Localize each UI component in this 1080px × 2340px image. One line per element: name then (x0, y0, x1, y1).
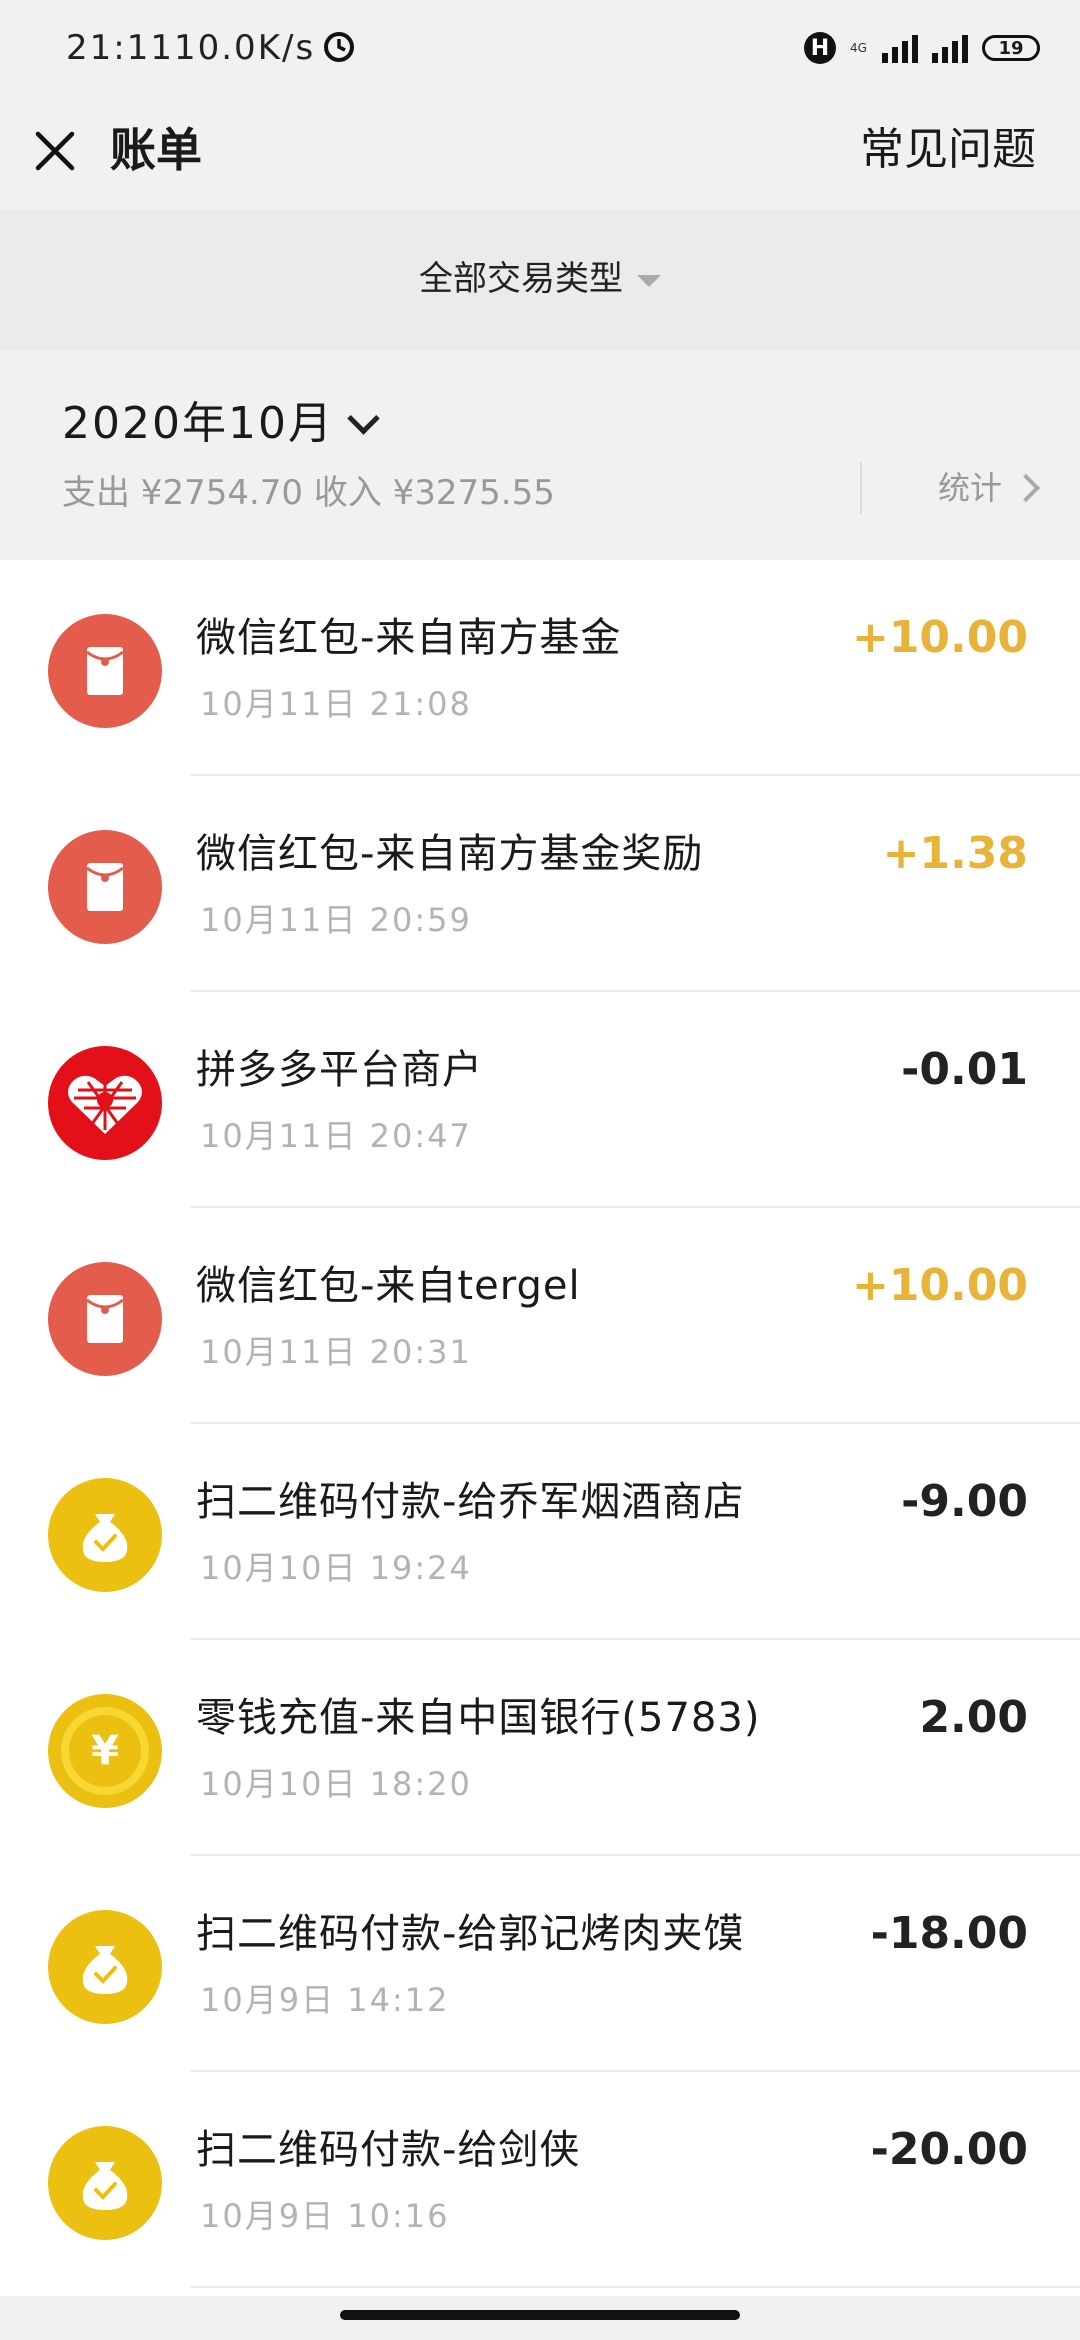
signal-icon (882, 33, 918, 63)
dropdown-triangle-icon (637, 274, 661, 287)
transaction-time: 10月10日 18:20 (200, 1765, 472, 1803)
red-packet-icon (48, 1262, 162, 1376)
alarm-clock-icon (324, 32, 354, 62)
transaction-amount: -18.00 (870, 1908, 1028, 1959)
battery-level: 19 (998, 37, 1024, 59)
transaction-row[interactable]: 扫二维码付款-给乔军烟酒商店 10月10日 19:24 -9.00 (0, 1424, 1080, 1640)
month-totals: 支出 ¥2754.70 收入 ¥3275.55 (62, 473, 555, 513)
transaction-amount: +1.38 (882, 828, 1028, 879)
month-selector[interactable]: 2020年10月 (62, 394, 380, 454)
money-bag-icon (48, 1910, 162, 2024)
top-bar: 账单 常见问题 (0, 96, 1080, 210)
red-packet-icon (48, 830, 162, 944)
status-icons: H 4G 19 (804, 26, 1040, 70)
transaction-row[interactable]: 扫二维码付款-给郭记烤肉夹馍 10月9日 14:12 -18.00 (0, 1856, 1080, 2072)
transaction-name: 微信红包-来自tergel (196, 1263, 581, 1309)
transaction-time: 10月9日 14:12 (200, 1981, 450, 2019)
chevron-right-icon (1011, 473, 1041, 503)
transaction-time: 10月11日 20:31 (200, 1333, 472, 1371)
transaction-amount: +10.00 (851, 1260, 1028, 1311)
transaction-row[interactable]: ¥ 零钱充值-来自中国银行(5783) 10月10日 18:20 2.00 (0, 1640, 1080, 1856)
status-bar: 21:1110.0K/s H 4G 19 (0, 0, 1080, 96)
transaction-row[interactable]: 微信红包-来自南方基金 10月11日 21:08 +10.00 (0, 560, 1080, 776)
transaction-row[interactable]: 扫二维码付款-给剑侠 10月9日 10:16 -20.00 (0, 2072, 1080, 2288)
filter-label: 全部交易类型 (419, 259, 623, 299)
transaction-amount: 2.00 (919, 1692, 1028, 1743)
status-time: 21:1110.0K/s (66, 28, 316, 68)
red-packet-icon (48, 614, 162, 728)
page-title: 账单 (110, 123, 202, 177)
transaction-time: 10月11日 21:08 (200, 685, 472, 723)
signal-icon-2 (932, 33, 968, 63)
transaction-row[interactable]: 拼多多平台商户 10月11日 20:47 -0.01 (0, 992, 1080, 1208)
hd-icon: H (804, 32, 836, 64)
close-icon[interactable] (30, 126, 80, 176)
home-indicator[interactable] (340, 2310, 740, 2320)
month-label: 2020年10月 (62, 398, 334, 449)
money-bag-icon (48, 1478, 162, 1592)
yuan-coin-icon: ¥ (48, 1694, 162, 1808)
chevron-down-icon (347, 402, 380, 435)
transaction-amount: -9.00 (901, 1476, 1028, 1527)
stats-button[interactable]: 统计 (937, 462, 1041, 514)
net-speed: 10.0K/s (173, 28, 316, 68)
transaction-name: 扫二维码付款-给剑侠 (196, 2127, 581, 2173)
row-divider (190, 2286, 1080, 2288)
faq-link[interactable]: 常见问题 (860, 118, 1036, 182)
transaction-time: 10月10日 19:24 (200, 1549, 472, 1587)
money-bag-icon (48, 2126, 162, 2240)
pinduoduo-logo-icon (48, 1046, 162, 1160)
transaction-list: 微信红包-来自南方基金 10月11日 21:08 +10.00 微信红包-来自南… (0, 560, 1080, 2340)
transaction-amount: -20.00 (870, 2124, 1028, 2175)
transaction-amount: +10.00 (851, 612, 1028, 663)
transaction-name: 微信红包-来自南方基金 (196, 615, 622, 661)
transaction-time: 10月11日 20:47 (200, 1117, 472, 1155)
transaction-time: 10月11日 20:59 (200, 901, 472, 939)
transaction-name: 拼多多平台商户 (196, 1047, 483, 1093)
transaction-name: 扫二维码付款-给乔军烟酒商店 (196, 1479, 745, 1525)
stats-label: 统计 (937, 469, 1002, 507)
transaction-time: 10月9日 10:16 (200, 2197, 450, 2235)
transaction-row[interactable]: 微信红包-来自tergel 10月11日 20:31 +10.00 (0, 1208, 1080, 1424)
transaction-row[interactable]: 微信红包-来自南方基金奖励 10月11日 20:59 +1.38 (0, 776, 1080, 992)
transaction-type-filter[interactable]: 全部交易类型 (0, 210, 1080, 350)
month-summary: 2020年10月 支出 ¥2754.70 收入 ¥3275.55 统计 (0, 350, 1080, 560)
transaction-amount: -0.01 (901, 1044, 1028, 1095)
transaction-name: 微信红包-来自南方基金奖励 (196, 831, 704, 877)
svg-text:¥: ¥ (91, 1728, 119, 1774)
transaction-name: 扫二维码付款-给郭记烤肉夹馍 (196, 1911, 745, 1957)
battery-icon: 19 (982, 35, 1040, 61)
transaction-name: 零钱充值-来自中国银行(5783) (196, 1695, 761, 1741)
divider (860, 462, 862, 514)
network-type: 4G (850, 41, 867, 55)
